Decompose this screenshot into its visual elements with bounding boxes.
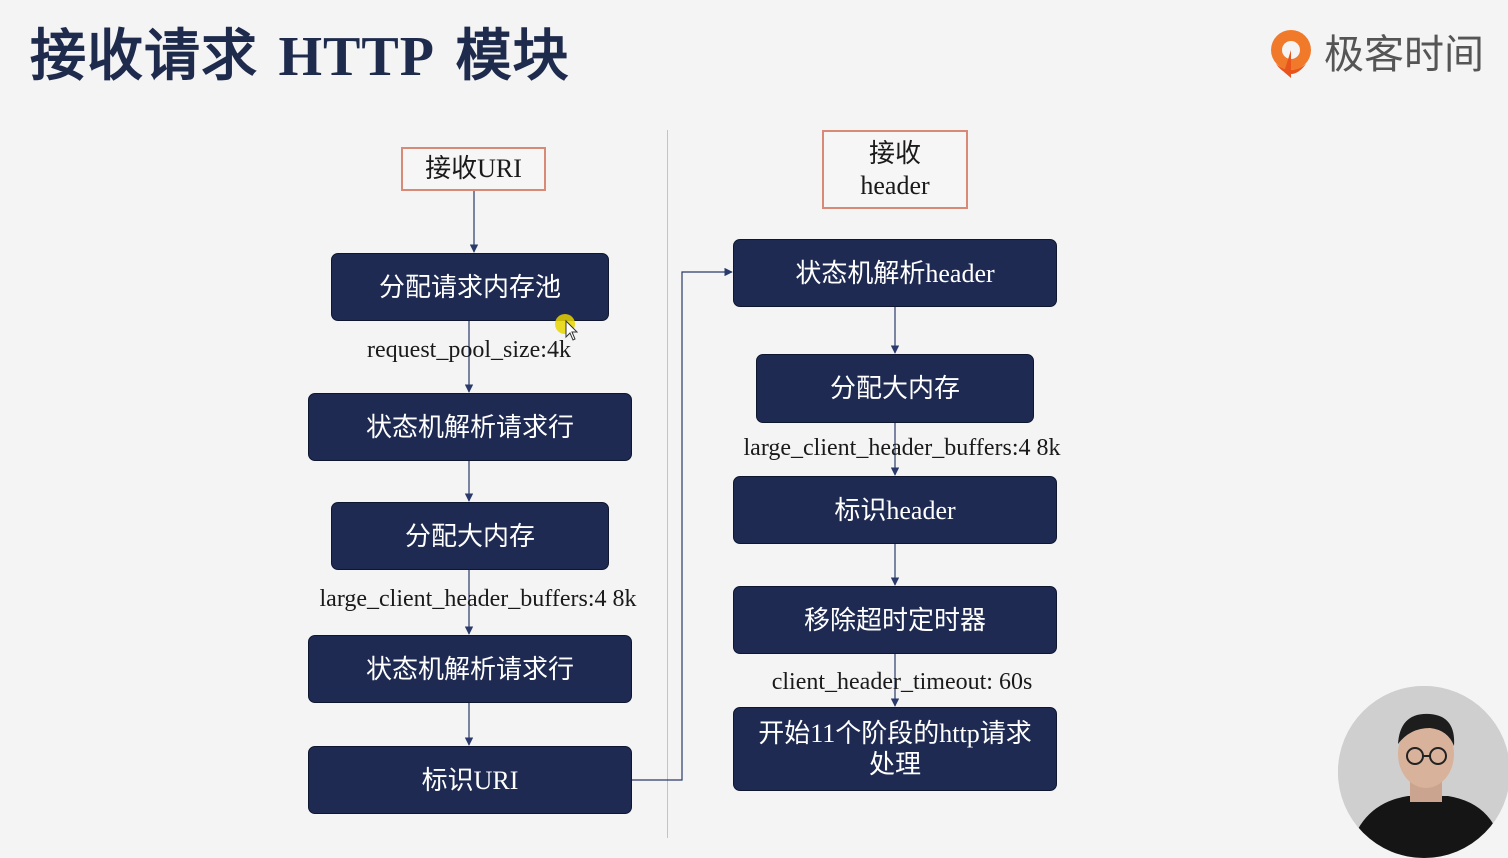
label-large-client-header-buffers: large_client_header_buffers:4 8k	[319, 586, 637, 612]
node-alloc-request-pool: 分配请求内存池	[331, 253, 609, 321]
node-mark-header: 标识header	[733, 476, 1057, 544]
start-receive-uri: 接收URI	[401, 147, 546, 191]
start-receive-header-line2: header	[860, 170, 930, 200]
node-parse-header: 状态机解析header	[733, 239, 1057, 307]
mouse-cursor-icon	[555, 314, 579, 341]
node-parse-request-line: 状态机解析请求行	[308, 393, 632, 461]
label-request-pool-size: request_pool_size:4k	[367, 337, 571, 363]
presenter-avatar-icon	[1338, 686, 1508, 858]
node-alloc-large-memory-right: 分配大内存	[756, 354, 1034, 423]
start-receive-header: 接收 header	[822, 130, 968, 209]
node-start-11-phases: 开始11个阶段的http请求处理	[733, 707, 1057, 791]
label-client-header-timeout: client_header_timeout: 60s	[771, 669, 1033, 695]
node-remove-timeout-timer: 移除超时定时器	[733, 586, 1057, 654]
node-mark-uri: 标识URI	[308, 746, 632, 814]
node-alloc-large-memory: 分配大内存	[331, 502, 609, 570]
start-receive-header-line1: 接收	[868, 138, 921, 168]
node-parse-request-line-2: 状态机解析请求行	[308, 635, 632, 703]
connector	[632, 267, 733, 781]
presenter-webcam	[1338, 686, 1508, 858]
label-large-client-header-buffers-right: large_client_header_buffers:4 8k	[743, 435, 1061, 461]
